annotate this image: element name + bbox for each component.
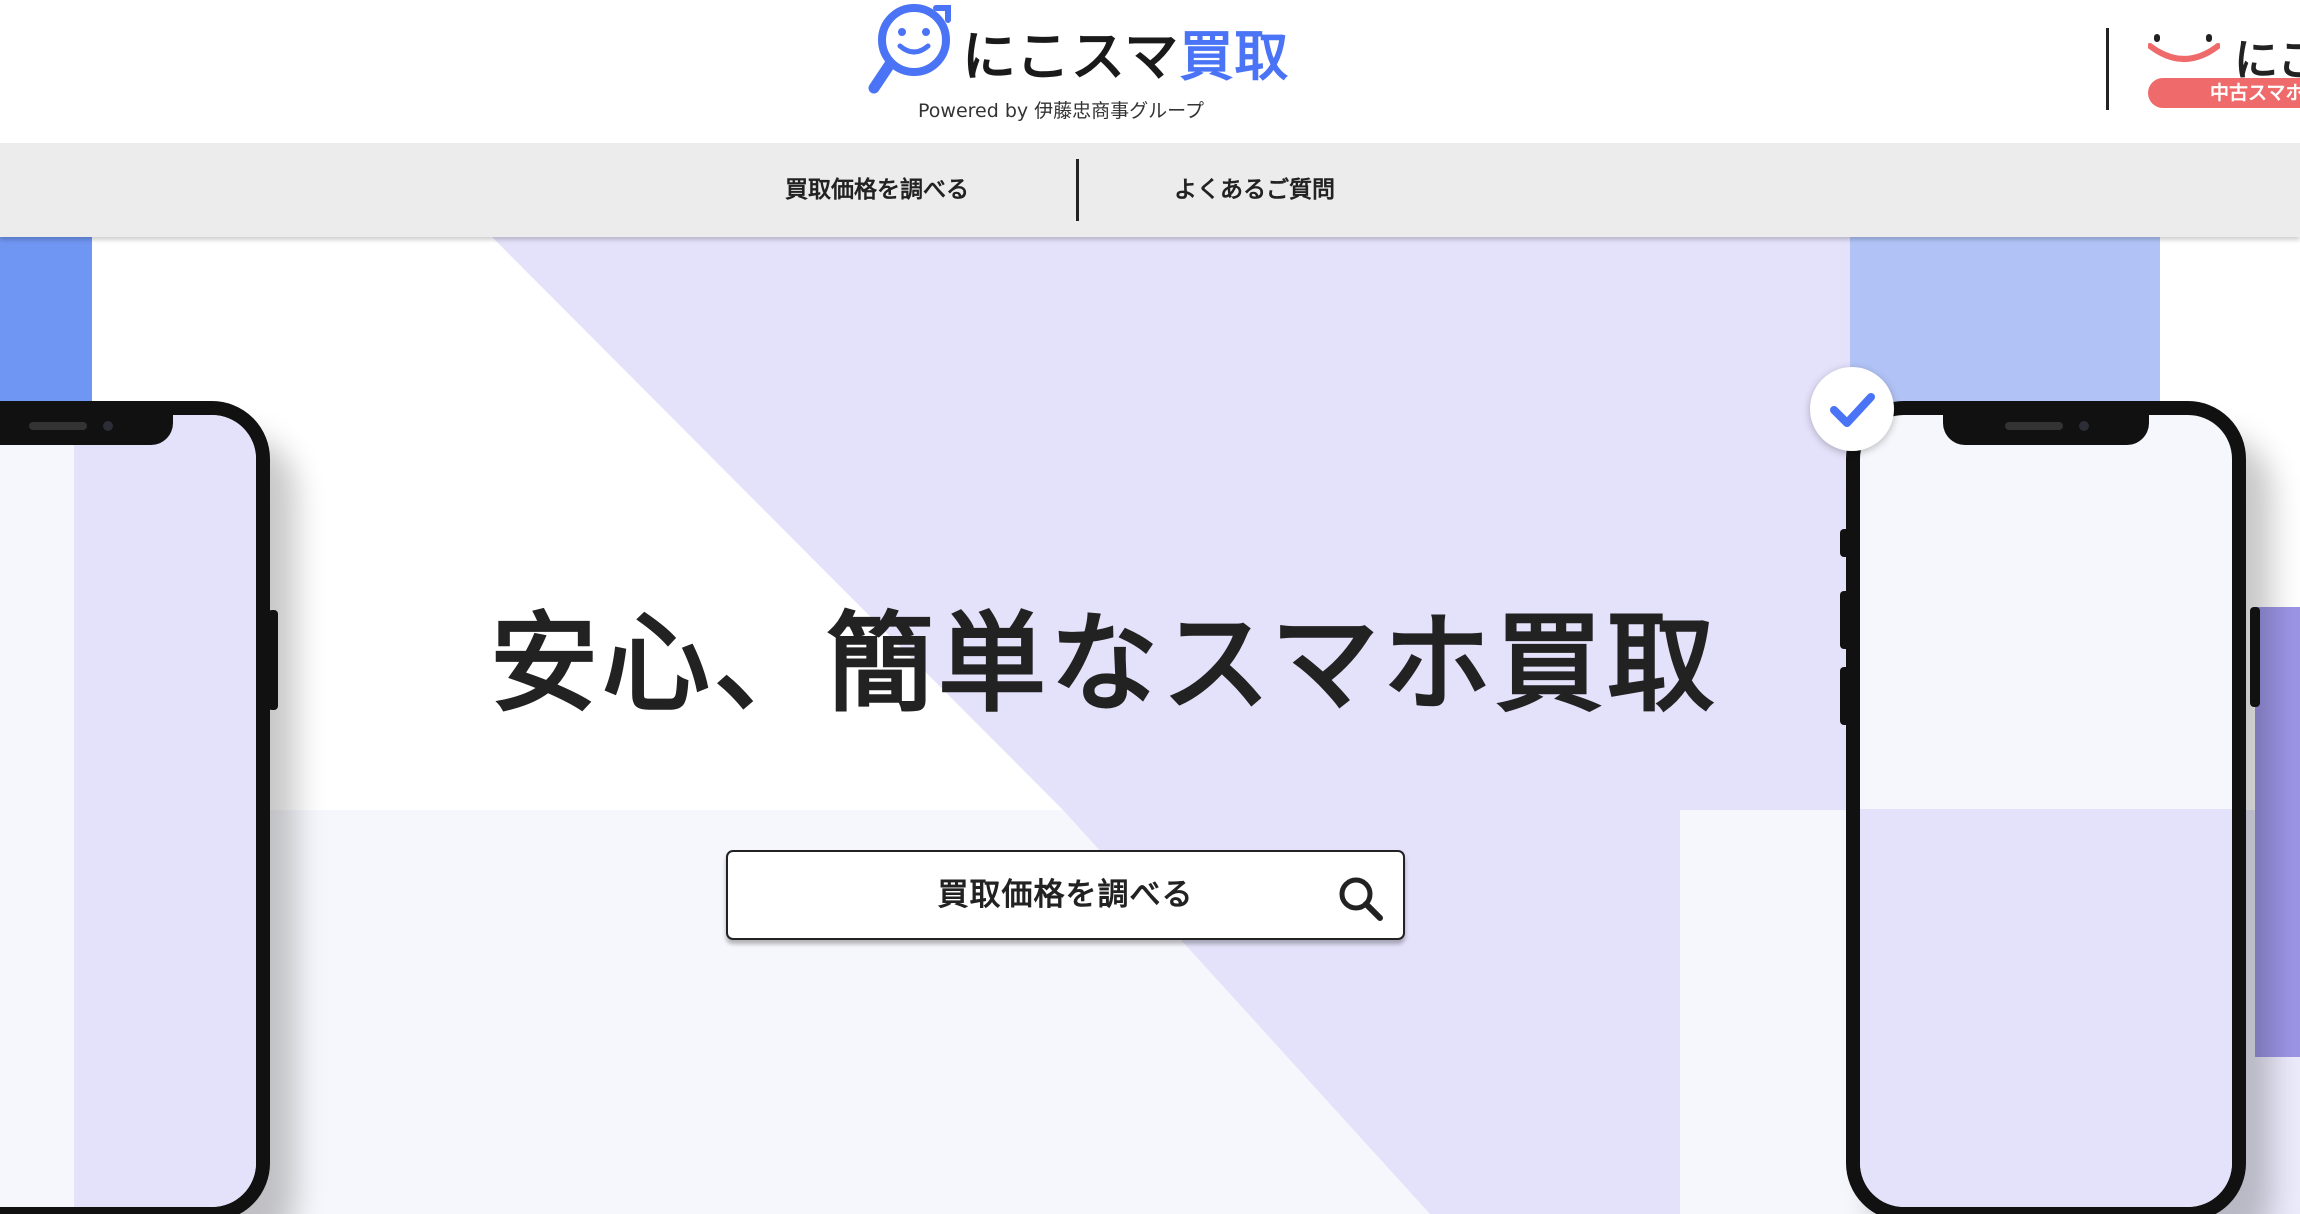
nav-divider bbox=[1076, 159, 1079, 221]
site-logo[interactable]: にこスマ買取 Powered by 伊藤忠商事グループ bbox=[866, 0, 1288, 143]
logo-name-main: にこスマ bbox=[962, 25, 1180, 88]
phone-side-button bbox=[2250, 607, 2260, 707]
check-badge bbox=[1810, 367, 1894, 451]
phone-screen-band bbox=[1860, 809, 2232, 1207]
phone-mockup-left bbox=[0, 401, 270, 1214]
search-icon bbox=[1339, 877, 1383, 921]
hero-section: 安心、簡単なスマホ買取 買取価格を調べる bbox=[0, 237, 2300, 1214]
sister-site-badge: 中古スマホ bbox=[2148, 78, 2300, 108]
smile-face-icon bbox=[2148, 34, 2220, 62]
nav-item-price-check[interactable]: 買取価格を調べる bbox=[785, 143, 969, 237]
sister-site-link[interactable]: にこ 中古スマホ bbox=[2148, 22, 2300, 112]
powered-by-text: Powered by 伊藤忠商事グループ bbox=[918, 100, 1205, 122]
phone-side-button bbox=[268, 610, 278, 710]
smile-search-logo-icon bbox=[868, 4, 951, 94]
phone-notch bbox=[1943, 415, 2149, 445]
global-nav: 買取価格を調べる よくあるご質問 bbox=[0, 143, 2300, 237]
nav-item-faq[interactable]: よくあるご質問 bbox=[1174, 143, 1335, 237]
phone-screen-band bbox=[74, 415, 256, 1207]
header-divider bbox=[2106, 28, 2109, 110]
phone-mockup-right bbox=[1846, 401, 2246, 1214]
price-search-label: 買取価格を調べる bbox=[937, 877, 1194, 913]
site-header: にこスマ買取 Powered by 伊藤忠商事グループ にこ 中古スマホ bbox=[0, 0, 2300, 143]
price-search-button[interactable]: 買取価格を調べる bbox=[726, 850, 1405, 940]
check-icon bbox=[1830, 393, 1875, 427]
phone-side-button bbox=[1840, 529, 1850, 557]
phone-notch bbox=[0, 415, 173, 445]
logo-name-accent: 買取 bbox=[1179, 25, 1290, 88]
hero-title: 安心、簡単なスマホ買取 bbox=[490, 602, 1719, 727]
phone-side-button bbox=[1840, 591, 1850, 649]
logo-wordmark: にこスマ買取 bbox=[962, 12, 1289, 91]
phone-side-button bbox=[1840, 667, 1850, 725]
